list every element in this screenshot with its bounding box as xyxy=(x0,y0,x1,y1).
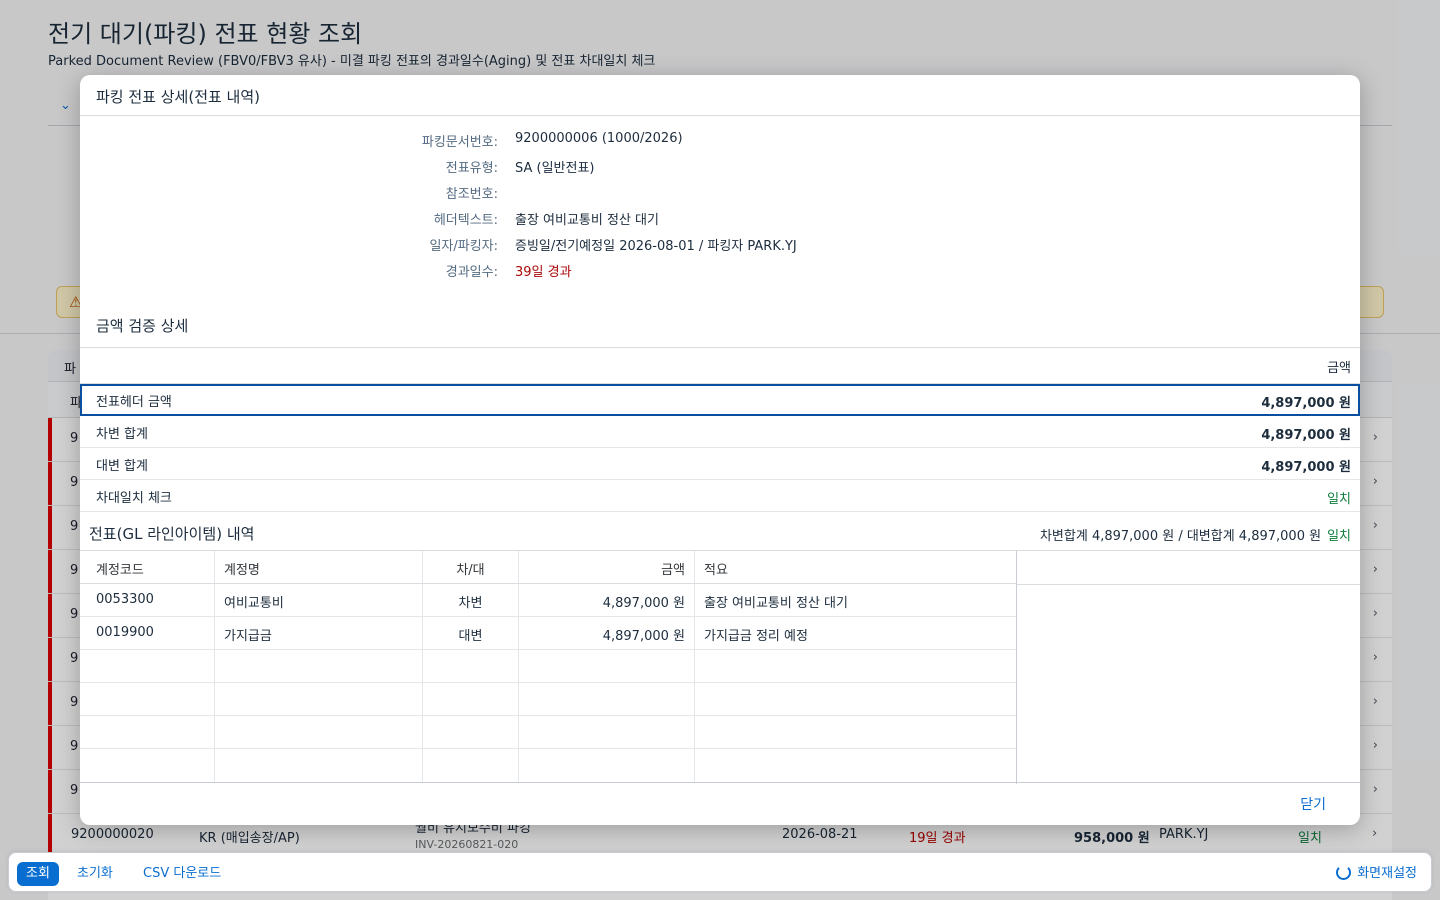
form-row-date-parker: 일자/파킹자: 증빙일/전기예정일 2026-08-01 / 파킹자 PARK.… xyxy=(80,235,1360,261)
reset-layout-label: 화면재설정 xyxy=(1357,866,1417,881)
column-header-account-name[interactable]: 계정명 xyxy=(215,551,423,583)
row-amount: 4,897,000 원 xyxy=(1261,460,1351,475)
table-header-row: 금액 xyxy=(80,348,1360,384)
table-row[interactable]: 대변 합계 4,897,000 원 xyxy=(80,448,1360,480)
empty-row xyxy=(80,683,1016,716)
amount-cell: 4,897,000 원 xyxy=(519,584,695,616)
field-label: 전표유형: xyxy=(445,161,498,176)
balance-status: 일치 xyxy=(1327,492,1351,507)
gl-filler-header xyxy=(1017,551,1360,585)
search-button[interactable]: 조회 xyxy=(17,862,59,886)
dialog-header: 파킹 전표 상세(전표 내역) xyxy=(80,75,1360,116)
field-value: 출장 여비교통비 정산 대기 xyxy=(515,213,659,228)
gl-totals-text: 차변합계 4,897,000 원 / 대변합계 4,897,000 원 xyxy=(1039,529,1322,544)
amount-validation-table: 금액 전표헤더 금액 4,897,000 원 차변 합계 4,897,000 원… xyxy=(80,347,1360,512)
gl-balance-status: 일치 xyxy=(1327,529,1351,544)
amount-section-title: 금액 검증 상세 xyxy=(96,317,189,335)
row-amount: 4,897,000 원 xyxy=(1261,428,1351,443)
field-value: 증빙일/전기예정일 2026-08-01 / 파킹자 PARK.YJ xyxy=(515,239,797,254)
description-cell: 가지급금 정리 예정 xyxy=(704,629,808,644)
table-row[interactable]: 차대일치 체크 일치 xyxy=(80,480,1360,512)
field-label: 파킹문서번호: xyxy=(421,135,498,150)
table-header-row: 계정코드 계정명 차/대 금액 적요 xyxy=(80,551,1016,584)
form-row-reference: 참조번호: xyxy=(80,183,1360,209)
form-row-doc-type: 전표유형: SA (일반전표) xyxy=(80,157,1360,183)
table-row[interactable]: 차변 합계 4,897,000 원 xyxy=(80,416,1360,448)
row-label: 차대일치 체크 xyxy=(96,491,172,506)
gl-summary: 차변합계 4,897,000 원 / 대변합계 4,897,000 원 일치 xyxy=(1040,525,1351,544)
footer-toolbar: 조회 초기화 CSV 다운로드 화면재설정 xyxy=(8,852,1432,892)
field-label: 경과일수: xyxy=(445,265,498,280)
amount-cell: 4,897,000 원 xyxy=(519,617,695,649)
refresh-icon xyxy=(1336,865,1352,880)
field-label: 일자/파킹자: xyxy=(429,239,498,254)
form-row-aging: 경과일수: 39일 경과 xyxy=(80,261,1360,287)
debit-credit-cell: 차변 xyxy=(423,584,519,616)
row-label: 전표헤더 금액 xyxy=(96,395,172,410)
column-header-account-code[interactable]: 계정코드 xyxy=(80,551,215,583)
field-value: SA (일반전표) xyxy=(515,161,595,176)
dialog-footer: 닫기 xyxy=(80,784,1360,825)
account-name-cell: 여비교통비 xyxy=(215,584,423,616)
debit-credit-cell: 대변 xyxy=(423,617,519,649)
document-detail-dialog: 파킹 전표 상세(전표 내역) 파킹문서번호: 9200000006 (1000… xyxy=(80,75,1360,825)
column-header-amount[interactable]: 금액 xyxy=(519,551,695,583)
form-row-header-text: 헤더텍스트: 출장 여비교통비 정산 대기 xyxy=(80,209,1360,235)
empty-row xyxy=(80,716,1016,749)
gl-section-title: 전표(GL 라인아이템) 내역 xyxy=(89,525,255,543)
field-value: 9200000006 (1000/2026) xyxy=(515,131,683,146)
account-code-cell: 0053300 xyxy=(80,584,215,616)
table-row[interactable]: 0053300 여비교통비 차변 4,897,000 원 출장 여비교통비 정산… xyxy=(80,584,1016,617)
field-label: 참조번호: xyxy=(445,187,498,202)
row-label: 대변 합계 xyxy=(96,459,148,474)
gl-line-items-table: 계정코드 계정명 차/대 금액 적요 0053300 여비교통비 차변 4,89… xyxy=(80,550,1360,784)
table-row[interactable]: 0019900 가지급금 대변 4,897,000 원 가지급금 정리 예정 xyxy=(80,617,1016,650)
empty-row xyxy=(80,749,1016,782)
document-header-form: 파킹문서번호: 9200000006 (1000/2026) 전표유형: SA … xyxy=(80,131,1360,287)
close-button[interactable]: 닫기 xyxy=(1300,794,1326,814)
account-code-cell: 0019900 xyxy=(80,617,215,649)
aging-value: 39일 경과 xyxy=(515,265,572,280)
reset-layout-button[interactable]: 화면재설정 xyxy=(1336,862,1417,886)
reset-button[interactable]: 초기화 xyxy=(77,862,113,886)
account-name-cell: 가지급금 xyxy=(215,617,423,649)
empty-row xyxy=(80,650,1016,683)
field-label: 헤더텍스트: xyxy=(433,213,498,228)
form-row-doc-number: 파킹문서번호: 9200000006 (1000/2026) xyxy=(80,131,1360,157)
gl-grid: 계정코드 계정명 차/대 금액 적요 0053300 여비교통비 차변 4,89… xyxy=(80,551,1017,784)
csv-download-button[interactable]: CSV 다운로드 xyxy=(143,862,221,886)
table-row[interactable]: 전표헤더 금액 4,897,000 원 xyxy=(80,384,1360,416)
row-label: 차변 합계 xyxy=(96,427,148,442)
column-header-description[interactable]: 적요 xyxy=(695,551,1017,583)
description-cell: 출장 여비교통비 정산 대기 xyxy=(704,596,848,611)
column-header-debit-credit[interactable]: 차/대 xyxy=(423,551,519,583)
row-amount: 4,897,000 원 xyxy=(1261,396,1351,411)
dialog-title: 파킹 전표 상세(전표 내역) xyxy=(96,88,261,106)
column-header-amount: 금액 xyxy=(1327,361,1351,376)
